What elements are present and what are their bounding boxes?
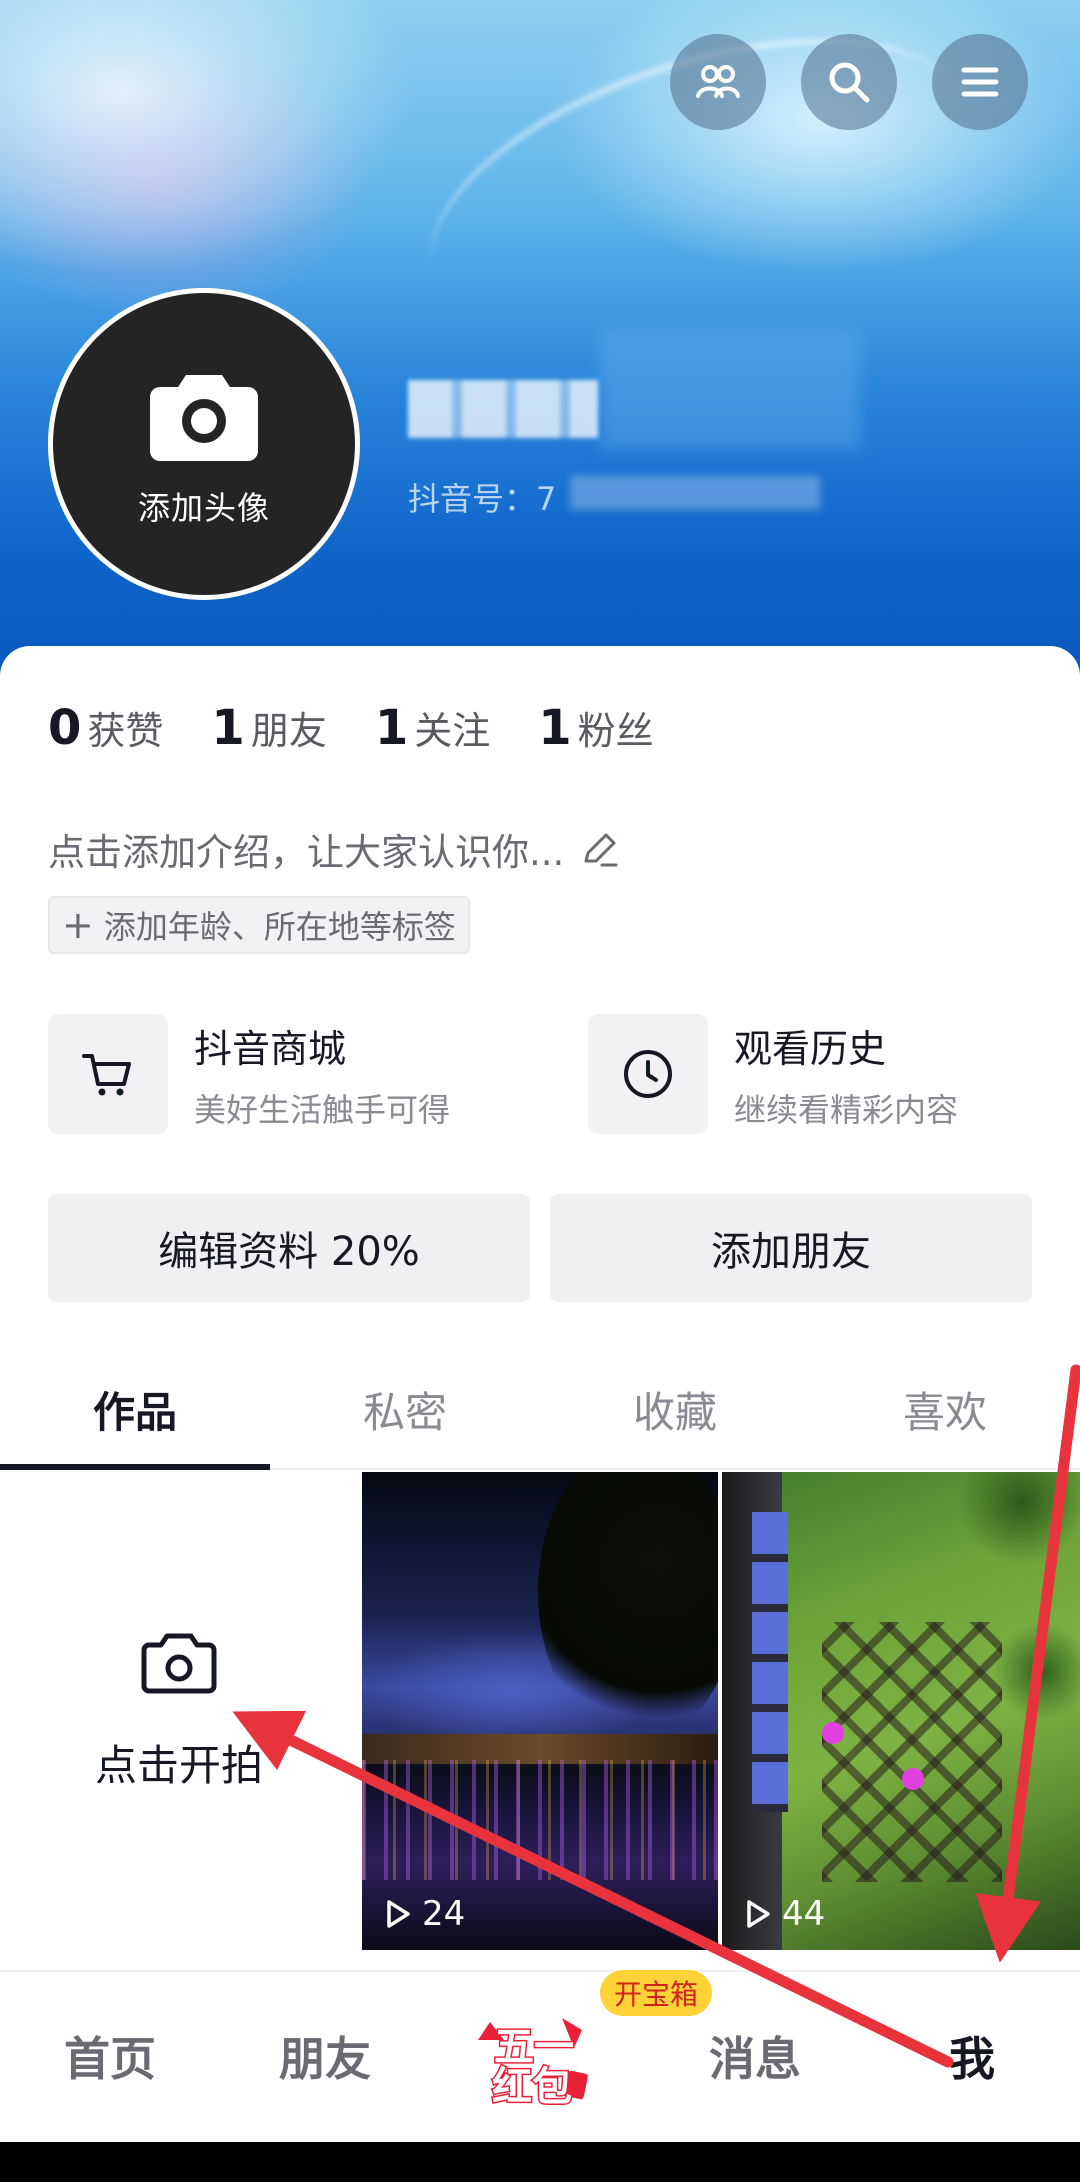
thumbnail-trees [538, 1472, 718, 1742]
stat-label: 获赞 [87, 709, 164, 753]
nav-me[interactable]: 我 [902, 1970, 1042, 2142]
bio-placeholder[interactable]: 点击添加介绍，让大家认识你... [48, 822, 622, 876]
stat-number: 0 [48, 700, 82, 756]
shop-entry[interactable]: 抖音商城 美好生活触手可得 [48, 1014, 450, 1134]
start-shooting-cell[interactable]: 点击开拍 [0, 1472, 358, 1950]
stat-followers[interactable]: 1 粉丝 [538, 700, 653, 756]
tab-private[interactable]: 私密 [270, 1368, 540, 1468]
add-tags-chip[interactable]: + 添加年龄、所在地等标签 [48, 896, 470, 954]
douyin-id: 抖音号：7 [408, 480, 557, 518]
stats-row: 0 获赞 1 朋友 1 关注 1 粉丝 [48, 700, 702, 756]
play-count-value: 24 [422, 1894, 466, 1934]
username-redacted [408, 380, 598, 438]
play-icon [387, 1900, 410, 1928]
stat-number: 1 [538, 700, 572, 756]
avatar-label: 添加头像 [137, 489, 270, 527]
search-icon [829, 62, 870, 103]
red-packet-promo-button[interactable]: 五一 红包 [470, 2000, 600, 2110]
shop-title: 抖音商城 [194, 1026, 347, 1071]
cart-icon [82, 1054, 131, 1096]
search-icon-button[interactable] [801, 34, 897, 130]
camera-icon [150, 375, 258, 461]
menu-icon [961, 67, 999, 97]
start-shooting-label: 点击开拍 [94, 1740, 263, 1790]
video-thumbnail[interactable]: 24 [362, 1472, 718, 1950]
history-title: 观看历史 [734, 1026, 887, 1071]
tab-favorites[interactable]: 收藏 [540, 1368, 810, 1468]
friends-icon [696, 65, 740, 98]
watch-history-entry[interactable]: 观看历史 继续看精彩内容 [588, 1014, 958, 1134]
profile-screen: 添加头像 抖音号：7 0 获赞 1 朋友 1 关注 1 粉丝 点击添加介绍，让大… [0, 0, 1080, 2182]
avatar-add-button[interactable]: 添加头像 [48, 288, 360, 600]
tab-works[interactable]: 作品 [0, 1368, 270, 1470]
promo-text-bottom: 红包 [492, 2064, 572, 2110]
thumbnail-walls [822, 1622, 1002, 1882]
profile-tabs: 作品 私密 收藏 喜欢 [0, 1368, 1080, 1470]
username-blur-shadow [600, 330, 860, 450]
camera-outline-icon [141, 1633, 217, 1693]
cart-icon-box [48, 1014, 168, 1134]
nav-home[interactable]: 首页 [40, 1970, 180, 2142]
edit-pencil-icon [584, 833, 618, 867]
treasure-box-badge[interactable]: 开宝箱 [600, 1970, 713, 2016]
stat-friends[interactable]: 1 朋友 [211, 700, 326, 756]
play-count: 44 [740, 1894, 825, 1934]
tag-chip-label: 添加年龄、所在地等标签 [103, 908, 456, 946]
friends-icon-button[interactable] [670, 34, 766, 130]
thumbnail-cards [752, 1512, 788, 1812]
add-friends-button[interactable]: 添加朋友 [550, 1194, 1032, 1302]
play-count: 24 [380, 1894, 465, 1934]
stat-number: 1 [374, 700, 409, 756]
thumbnail-reflections [362, 1760, 718, 1880]
play-icon [747, 1900, 770, 1928]
plus-icon: + [62, 903, 94, 947]
menu-icon-button[interactable] [932, 34, 1028, 130]
thumbnail-marker [902, 1768, 924, 1790]
play-count-value: 44 [782, 1894, 826, 1934]
stat-label: 关注 [414, 709, 491, 753]
clock-icon-box [588, 1014, 708, 1134]
stat-label: 朋友 [250, 709, 327, 753]
video-thumbnail[interactable]: 44 [722, 1472, 1080, 1950]
bio-text: 点击添加介绍，让大家认识你... [48, 831, 565, 874]
douyin-id-redacted [570, 476, 820, 510]
nav-friends[interactable]: 朋友 [255, 1970, 395, 2142]
stat-number: 1 [211, 700, 245, 756]
shop-subtitle: 美好生活触手可得 [194, 1090, 451, 1129]
clock-icon [624, 1050, 672, 1098]
stat-label: 粉丝 [577, 709, 654, 753]
system-nav-bar [0, 2142, 1080, 2182]
history-subtitle: 继续看精彩内容 [734, 1090, 959, 1129]
thumbnail-marker [822, 1722, 844, 1744]
tab-likes[interactable]: 喜欢 [810, 1368, 1080, 1468]
stat-following[interactable]: 1 关注 [375, 700, 490, 756]
stat-likes[interactable]: 0 获赞 [48, 700, 163, 756]
edit-profile-button[interactable]: 编辑资料 20% [48, 1194, 530, 1302]
